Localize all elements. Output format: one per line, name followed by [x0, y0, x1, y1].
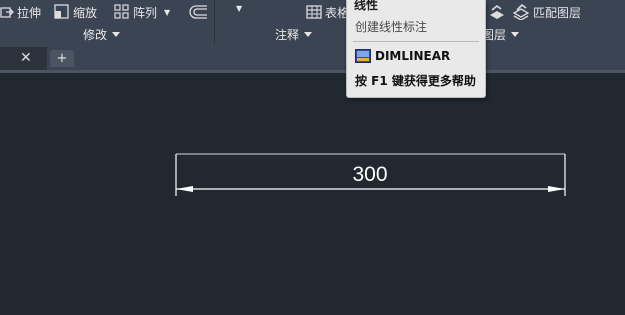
tooltip-help-text: 按 F1 键获得更多帮助	[355, 74, 476, 88]
arrowhead-left	[176, 186, 193, 192]
tooltip-command-name: DIMLINEAR	[375, 49, 451, 63]
tooltip-description: 创建线性标注	[355, 20, 428, 34]
dimension-text[interactable]: 300	[330, 163, 410, 187]
command-tooltip: 线性 创建线性标注 DIMLINEAR 按 F1 键获得更多帮助	[346, 0, 486, 98]
tooltip-title: 线性	[354, 0, 379, 12]
arrowhead-right	[548, 186, 565, 192]
dimlinear-command-icon	[355, 49, 371, 63]
linear-dimension[interactable]	[0, 0, 625, 315]
tooltip-divider	[353, 41, 479, 42]
